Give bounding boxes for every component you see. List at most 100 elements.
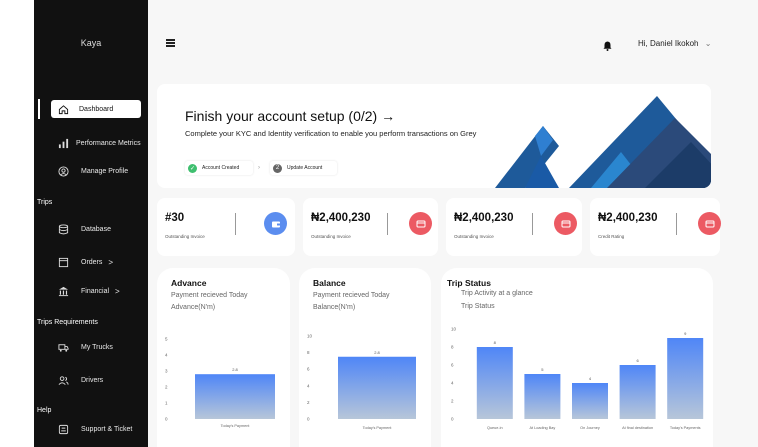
user-greeting: Hi, Daniel Ikokoh [638, 39, 699, 48]
bar [476, 347, 513, 419]
bar [524, 374, 561, 419]
stat-label: Outstanding Invoice [311, 234, 351, 239]
divider [235, 213, 236, 235]
sidebar-item-my-trucks[interactable]: My Trucks [57, 341, 113, 353]
account-setup-banner[interactable]: Finish your account setup (0/2) → Comple… [157, 84, 711, 188]
sidebar-item-support-ticket[interactable]: Support & Ticket [57, 423, 132, 435]
stat-value: ₦2,400,230 [311, 212, 371, 224]
step-label: Update Account [287, 165, 323, 171]
stat-card-1[interactable]: #30 Outstanding Invoice [157, 198, 295, 256]
chevron-right-icon: > [115, 286, 120, 296]
sidebar-item-orders[interactable]: Orders > [57, 256, 113, 268]
y-tick-label: 10 [307, 334, 313, 339]
stat-card-3[interactable]: ₦2,400,230 Outstanding Invoice [446, 198, 582, 256]
card-icon [698, 212, 721, 235]
y-tick-label: 5 [165, 337, 168, 342]
bar-value-label: 5 [541, 367, 544, 372]
y-tick-label: 10 [451, 327, 457, 332]
advance-chart-card: Advance Payment recieved Today Advance(N… [157, 268, 290, 447]
bar [667, 338, 704, 419]
bar [572, 383, 608, 419]
x-tick-label: At final destination [622, 426, 653, 430]
card-icon [554, 212, 577, 235]
step-account-created[interactable]: ✓ Account Created [185, 161, 253, 175]
sidebar-item-database[interactable]: Database [57, 223, 111, 235]
divider [676, 213, 677, 235]
sidebar-item-manage-profile[interactable]: Manage Profile [57, 165, 128, 177]
y-tick-label: 4 [165, 353, 168, 358]
sidebar: Kaya Dashboard Performance Metrics Manag… [34, 0, 148, 447]
x-tick-label: Queue-in [487, 426, 503, 430]
y-tick-label: 8 [307, 350, 310, 355]
stat-label: Outstanding Invoice [454, 234, 494, 239]
step-update-account[interactable]: 2 Update Account [270, 161, 337, 175]
stat-label: Outstanding Invoice [165, 234, 205, 239]
user-circle-icon [57, 165, 69, 177]
y-tick-label: 8 [451, 345, 454, 350]
x-tick-label: At Loading Bay [530, 426, 556, 430]
setup-description: Complete your KYC and Identity verificat… [185, 129, 477, 138]
trip-status-bar-chart: 0 2 4 6 8 10 8 Queue-in 5 At Loading Bay 4 On Journ… [451, 327, 704, 430]
x-tick-label: On Journey [580, 426, 600, 430]
bank-icon [57, 285, 69, 297]
bar [195, 374, 275, 419]
y-tick-label: 3 [165, 369, 168, 374]
y-tick-label: 0 [451, 417, 454, 422]
balance-chart-card: Balance Payment recieved Today Balance(N… [299, 268, 431, 447]
database-icon [57, 223, 69, 235]
check-icon: ✓ [188, 163, 197, 173]
divider [532, 213, 533, 235]
advance-bar-chart: 0 1 2 3 4 5 2.8 Today's Payment [165, 337, 275, 428]
sidebar-item-label: Dashboard [79, 105, 114, 113]
menu-icon[interactable] [166, 39, 175, 47]
sidebar-item-label: Orders [81, 258, 103, 266]
sidebar-item-performance-metrics[interactable]: Performance Metrics [57, 137, 141, 149]
stat-value: ₦2,400,230 [598, 212, 658, 224]
y-tick-label: 2 [307, 400, 310, 405]
sidebar-section-trips-requirements: Trips Requirements [37, 319, 98, 326]
y-tick-label: 6 [451, 363, 454, 368]
sidebar-item-label: Manage Profile [81, 167, 129, 175]
x-tick-label: Today's Payment [221, 424, 251, 428]
step-separator: › [258, 165, 260, 171]
brand-logo: Kaya [80, 38, 102, 48]
bar-value-label: 2.8 [374, 350, 380, 355]
y-tick-label: 2 [165, 385, 168, 390]
y-tick-label: 2 [451, 399, 454, 404]
stat-value: ₦2,400,230 [454, 212, 514, 224]
bar-value-label: 8 [494, 340, 497, 345]
y-tick-label: 0 [307, 417, 310, 422]
sidebar-item-label: Support & Ticket [81, 425, 133, 433]
bar-chart-icon [57, 137, 69, 149]
bell-icon[interactable] [603, 38, 612, 56]
chevron-right-icon: > [108, 257, 114, 267]
sidebar-item-dashboard[interactable]: Dashboard [51, 100, 141, 118]
bar-value-label: 2.8 [232, 367, 238, 372]
chevron-down-icon: ⌄ [704, 39, 712, 48]
active-indicator [38, 99, 40, 119]
inbox-icon [57, 256, 69, 268]
users-icon [57, 374, 69, 386]
step-label: Account Created [202, 165, 240, 171]
setup-title[interactable]: Finish your account setup (0/2) → [185, 108, 395, 124]
sidebar-item-drivers[interactable]: Drivers [57, 374, 103, 386]
step-number: 2 [273, 163, 282, 173]
y-tick-label: 1 [165, 401, 168, 406]
y-tick-label: 6 [307, 367, 310, 372]
user-menu[interactable]: Hi, Daniel Ikokoh ⌄ [638, 39, 711, 48]
bar-value-label: 9 [684, 331, 687, 336]
y-tick-label: 4 [451, 381, 454, 386]
sidebar-item-financial[interactable]: Financial > [57, 285, 120, 297]
stat-card-2[interactable]: ₦2,400,230 Outstanding Invoice [303, 198, 438, 256]
home-icon [57, 103, 69, 115]
balance-bar-chart: 0 2 4 6 8 10 2.8 Today's Payment [307, 334, 416, 430]
trip-status-chart-card: Trip Status Trip Activity at a glance Tr… [441, 268, 713, 447]
stat-card-4[interactable]: ₦2,400,230 Credit Rating [590, 198, 721, 256]
stat-value: #30 [165, 212, 185, 224]
bar-value-label: 4 [589, 376, 592, 381]
y-tick-label: 4 [307, 383, 310, 388]
bar-value-label: 6 [636, 358, 639, 363]
sidebar-item-label: Drivers [81, 376, 104, 384]
wallet-icon [264, 212, 287, 235]
bar [338, 356, 416, 419]
